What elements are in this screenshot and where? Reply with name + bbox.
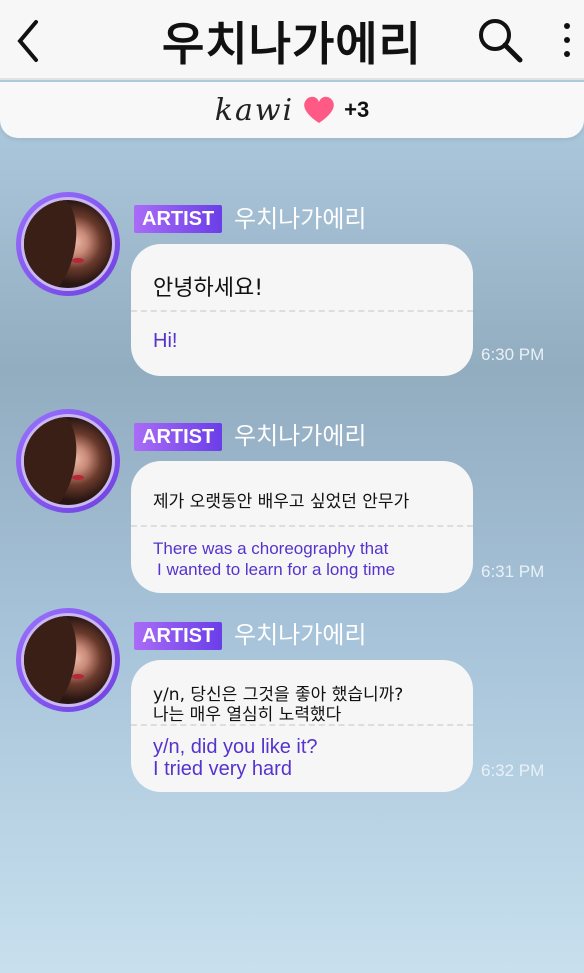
search-icon[interactable] (476, 16, 524, 64)
avatar[interactable] (16, 409, 120, 513)
sender-name: 우치나가에리 (234, 621, 367, 649)
message-translation-line: I tried very hard (153, 758, 292, 780)
sender-name: 우치나가에리 (234, 205, 367, 233)
member-subbar[interactable]: kawi +3 (0, 82, 584, 138)
artist-badge: ARTIST (134, 622, 223, 650)
message-korean-text: 제가 오랫동안 배우고 싶었던 안무가 (153, 492, 410, 512)
avatar[interactable] (16, 608, 120, 712)
message-translation-line: I wanted to learn for a long time (157, 560, 396, 579)
message-translation-line: There was a choreography that (153, 539, 389, 558)
message-time: 6:32 PM (481, 761, 545, 780)
message-translation-text: Hi! (153, 330, 178, 352)
message-bubble[interactable]: 안녕하세요! Hi! (131, 244, 473, 376)
message-item: ARTIST 우치나가에리 안녕하세요! Hi! 6:30 PM (0, 192, 584, 382)
extra-member-count: +3 (344, 97, 370, 122)
message-korean-text: 안녕하세요! (153, 276, 264, 301)
artist-badge: ARTIST (134, 423, 223, 451)
member-name: kawi (214, 92, 295, 128)
message-item: ARTIST 우치나가에리 y/n, 당신은 그것을 좋아 했습니까? 나는 매… (0, 608, 584, 798)
message-time: 6:31 PM (481, 562, 545, 581)
more-vertical-icon[interactable] (560, 20, 574, 60)
message-korean-line: 나는 매우 열심히 노력했다 (153, 705, 342, 725)
sender-name: 우치나가에리 (234, 422, 367, 450)
avatar[interactable] (16, 192, 120, 296)
top-app-bar: 우치나가에리 (0, 0, 584, 80)
message-time: 6:30 PM (481, 345, 545, 364)
message-item: ARTIST 우치나가에리 제가 오랫동안 배우고 싶었던 안무가 There … (0, 409, 584, 599)
translation-divider (131, 310, 473, 312)
message-bubble[interactable]: 제가 오랫동안 배우고 싶었던 안무가 There was a choreogr… (131, 461, 473, 593)
heart-icon (304, 96, 334, 123)
message-translation-line: y/n, did you like it? (153, 736, 318, 758)
artist-badge: ARTIST (134, 205, 223, 233)
message-bubble[interactable]: y/n, 당신은 그것을 좋아 했습니까? 나는 매우 열심히 노력했다 y/n… (131, 660, 473, 792)
translation-divider (131, 525, 473, 527)
translation-divider (131, 724, 473, 726)
